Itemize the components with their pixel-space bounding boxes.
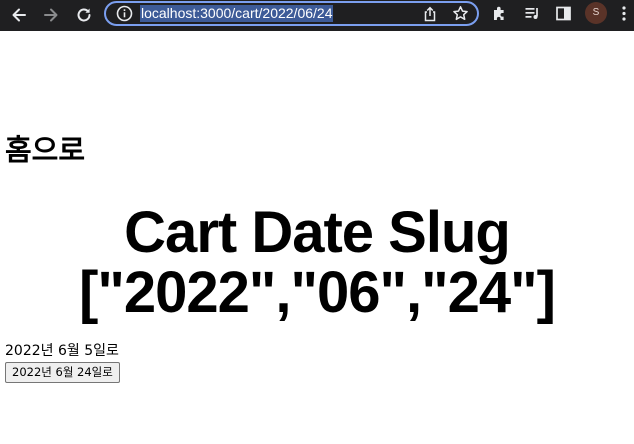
date-link-text[interactable]: 2022년 6월 5일로 bbox=[5, 343, 119, 360]
reload-button[interactable] bbox=[74, 5, 94, 25]
reload-icon bbox=[77, 8, 91, 22]
media-control-icon bbox=[525, 8, 538, 19]
forward-button[interactable] bbox=[41, 5, 61, 25]
info-icon[interactable] bbox=[116, 5, 133, 22]
arrow-left-icon bbox=[12, 8, 26, 22]
address-bar[interactable]: localhost:3000/cart/2022/06/24 bbox=[104, 1, 479, 26]
star-icon[interactable] bbox=[452, 5, 469, 22]
arrow-right-icon bbox=[44, 8, 58, 22]
page-content: 홈으로 Cart Date Slug ["2022","06","24"] 20… bbox=[0, 31, 634, 444]
page-title-line-1: Cart Date Slug bbox=[124, 200, 511, 265]
side-panel-icon bbox=[556, 6, 571, 21]
home-link[interactable]: 홈으로 bbox=[5, 132, 85, 168]
share-icon[interactable] bbox=[422, 6, 438, 22]
puzzle-icon bbox=[494, 6, 504, 20]
profile-avatar[interactable]: S bbox=[585, 2, 607, 24]
date-button[interactable]: 2022년 6월 24일로 bbox=[5, 362, 120, 383]
browser-toolbar: localhost:3000/cart/2022/06/24 S bbox=[0, 0, 634, 31]
back-button[interactable] bbox=[9, 5, 29, 25]
side-panel-button[interactable] bbox=[554, 4, 573, 23]
page-title-line-2: ["2022","06","24"] bbox=[79, 260, 556, 325]
url-text[interactable]: localhost:3000/cart/2022/06/24 bbox=[140, 5, 334, 22]
kebab-menu-icon[interactable] bbox=[619, 4, 629, 23]
extensions-button[interactable] bbox=[490, 4, 509, 23]
page-title: Cart Date Slug ["2022","06","24"] bbox=[0, 203, 634, 323]
media-control-button[interactable] bbox=[523, 4, 542, 23]
